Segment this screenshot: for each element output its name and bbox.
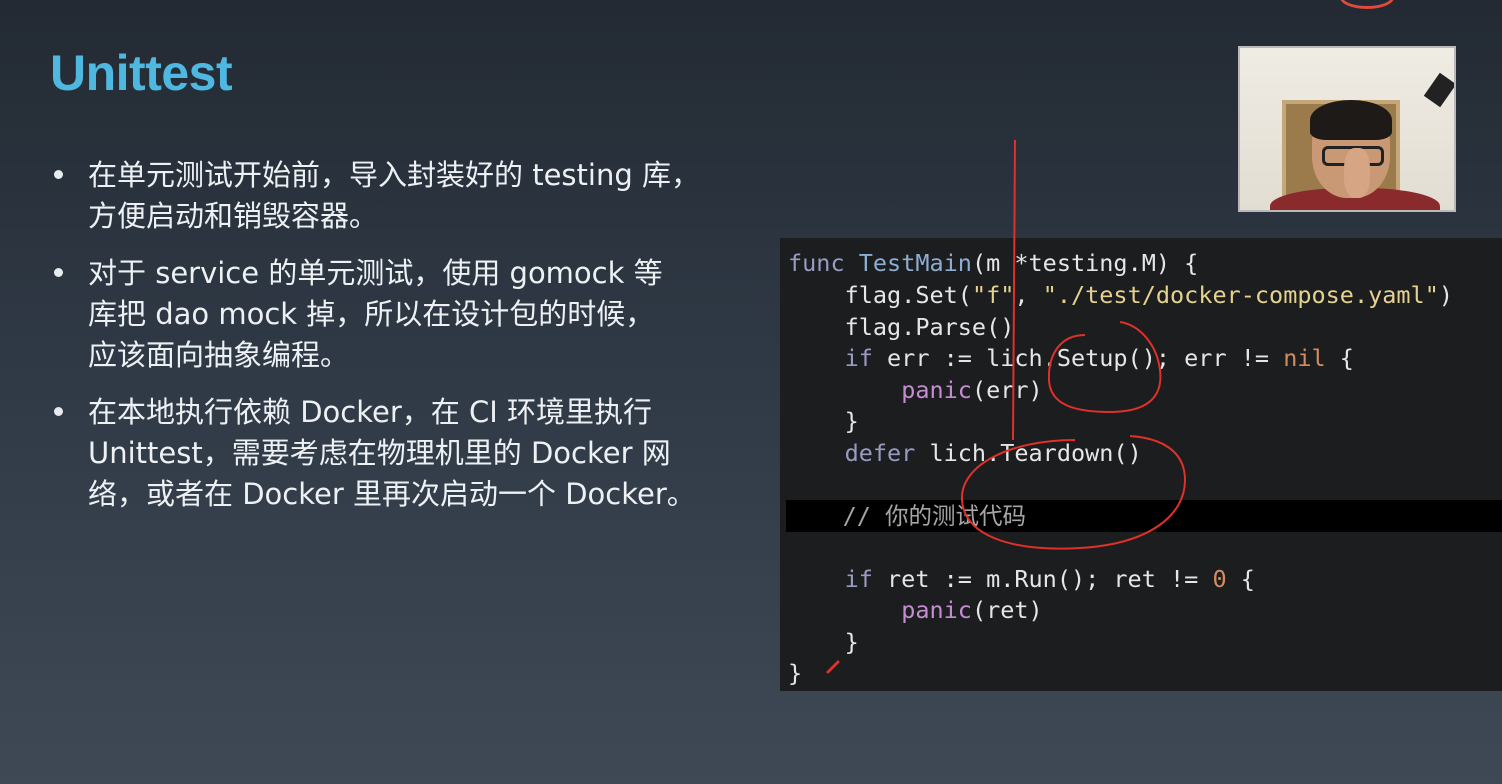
bullet-dot <box>54 268 63 277</box>
bullet-dot <box>54 407 63 416</box>
code-builtin: panic <box>901 376 972 404</box>
code-nil: nil <box>1283 344 1326 372</box>
code-block: func TestMain(m *testing.M) { flag.Set("… <box>780 238 1502 691</box>
code-text: , <box>1014 281 1043 309</box>
code-line: defer lich.Teardown() <box>788 437 1502 469</box>
slide-title: Unittest <box>50 45 233 101</box>
code-string: "f" <box>971 281 1015 309</box>
code-text: (m *testing.M) { <box>971 249 1199 277</box>
code-line: panic(ret) <box>788 594 1502 626</box>
code-line: func TestMain(m *testing.M) { <box>788 247 1502 279</box>
presenter-video <box>1238 46 1456 212</box>
code-keyword: if <box>844 565 873 593</box>
code-builtin: panic <box>901 596 972 624</box>
background-lamp <box>1423 72 1454 108</box>
code-text: ret := m.Run(); ret != <box>872 565 1213 593</box>
code-line: if err := lich.Setup(); err != nil { <box>788 342 1502 374</box>
code-line: flag.Set("f", "./test/docker-compose.yam… <box>788 279 1502 311</box>
bullet-item: 对于 service 的单元测试，使用 gomock 等 库把 dao mock… <box>48 253 778 376</box>
bullet-line: 方便启动和销毁容器。 <box>88 199 379 233</box>
code-text: err := lich.Setup(); err != <box>872 344 1284 372</box>
code-line: } <box>788 628 859 656</box>
code-keyword: defer <box>844 439 916 467</box>
code-keyword: if <box>844 344 873 372</box>
code-line: } <box>788 659 803 687</box>
bullet-line: 应该面向抽象编程。 <box>88 338 350 372</box>
code-keyword: func <box>788 249 845 277</box>
bullet-line: 对于 service 的单元测试，使用 gomock 等 <box>88 256 663 290</box>
code-line: flag.Parse() <box>788 313 1015 341</box>
code-text: (err) <box>971 376 1043 404</box>
presenter-hand <box>1344 148 1370 198</box>
code-text: (ret) <box>971 596 1043 624</box>
bullet-line: 在单元测试开始前，导入封装好的 testing 库， <box>88 158 700 192</box>
bullet-list: 在单元测试开始前，导入封装好的 testing 库， 方便启动和销毁容器。 对于… <box>48 155 778 531</box>
bullet-item: 在本地执行依赖 Docker，在 CI 环境里执行 Unittest，需要考虑在… <box>48 392 778 515</box>
code-text: { <box>1226 565 1255 593</box>
code-line: if ret := m.Run(); ret != 0 { <box>788 563 1502 595</box>
code-text: lich.Teardown() <box>915 439 1142 467</box>
bullet-line: Unittest，需要考虑在物理机里的 Docker 网 <box>88 436 671 470</box>
code-string: "./test/docker-compose.yaml" <box>1042 281 1439 309</box>
annotation-corner-mark <box>1340 0 1394 9</box>
bullet-line: 在本地执行依赖 Docker，在 CI 环境里执行 <box>88 395 652 429</box>
bullet-dot <box>54 170 63 179</box>
code-line: } <box>788 407 859 435</box>
code-text: flag.Set( <box>844 281 972 309</box>
bullet-item: 在单元测试开始前，导入封装好的 testing 库， 方便启动和销毁容器。 <box>48 155 778 237</box>
code-comment-line: // 你的测试代码 <box>786 500 1502 532</box>
code-text: ) <box>1438 281 1453 309</box>
presenter-hair <box>1310 100 1392 140</box>
bullet-line: 络，或者在 Docker 里再次启动一个 Docker。 <box>88 477 696 511</box>
bullet-line: 库把 dao mock 掉，所以在设计包的时候， <box>88 297 655 331</box>
code-function-name: TestMain <box>858 249 972 277</box>
code-line: panic(err) <box>788 374 1502 406</box>
code-text: { <box>1325 344 1354 372</box>
code-number: 0 <box>1212 565 1227 593</box>
